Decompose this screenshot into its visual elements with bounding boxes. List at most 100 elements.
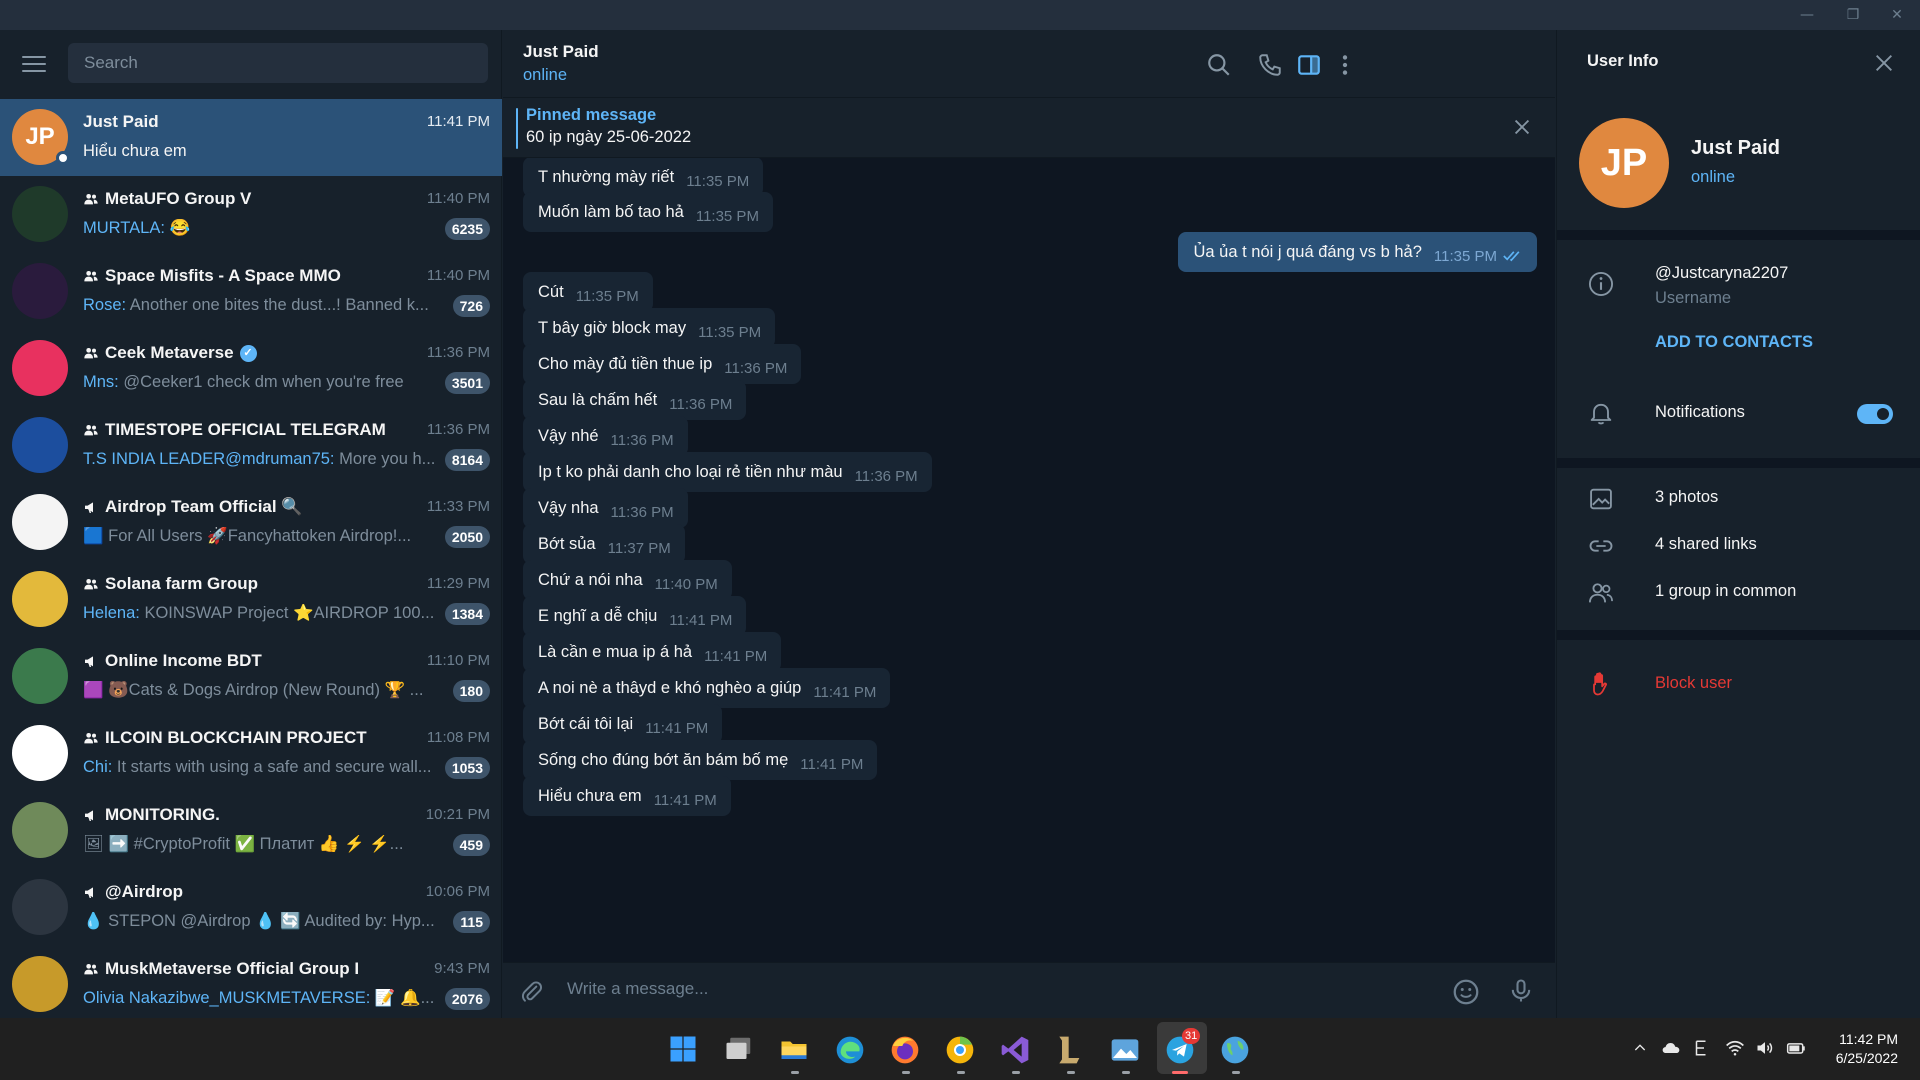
preview-sender: Helena: <box>83 604 140 622</box>
incoming-message[interactable]: Vậy nha 11:36 PM <box>523 488 688 528</box>
shared-photos[interactable]: 3 photos <box>1655 488 1718 507</box>
pinned-message-bar[interactable]: Pinned message 60 ip ngày 25-06-2022 <box>503 98 1555 158</box>
search-input[interactable]: Search <box>68 43 488 83</box>
chat-list-item[interactable]: MuskMetaverse Official Group I 9:43 PM Oli… <box>0 946 502 1023</box>
battery-icon[interactable] <box>1784 1038 1808 1058</box>
incoming-message[interactable]: E nghĩ a dễ chịu 11:41 PM <box>523 596 747 636</box>
earth-app-icon[interactable] <box>1219 1034 1251 1066</box>
chat-list-item[interactable]: Ceek Metaverse ✓ 11:36 PM Mns: @Ceeker1 che… <box>0 330 502 407</box>
task-view-icon[interactable] <box>724 1034 754 1064</box>
chat-name: TIMESTOPE OFFICIAL TELEGRAM <box>83 420 386 440</box>
chat-preview: Chi: It starts with using a safe and sec… <box>83 758 438 777</box>
taskbar-clock[interactable]: 11:42 PM 6/25/2022 <box>1836 1030 1898 1068</box>
incoming-message[interactable]: Hiểu chưa em 11:41 PM <box>523 776 731 816</box>
profile-avatar[interactable]: JP <box>1579 118 1669 208</box>
search-icon[interactable] <box>1206 52 1232 78</box>
sidebar-toggle-icon[interactable] <box>1296 52 1322 78</box>
incoming-message[interactable]: T bây giờ block may 11:35 PM <box>523 308 776 348</box>
chat-list-item[interactable]: TIMESTOPE OFFICIAL TELEGRAM 11:36 PM T.S I… <box>0 407 502 484</box>
chat-avatar <box>12 802 68 858</box>
incoming-message[interactable]: Là cần e mua ip á hả 11:41 PM <box>523 632 782 672</box>
channel-icon <box>85 810 93 821</box>
incoming-message[interactable]: A noi nè a thâyd e khó nghèo a giúp 11:41… <box>523 668 891 708</box>
chat-name: MetaUFO Group V <box>83 189 251 209</box>
close-pinned-icon[interactable] <box>1511 116 1533 138</box>
windows-start-icon[interactable] <box>668 1034 698 1064</box>
incoming-message[interactable]: Sau là chấm hết 11:36 PM <box>523 380 747 420</box>
section-divider <box>1557 230 1920 240</box>
shared-links[interactable]: 4 shared links <box>1655 535 1757 554</box>
outgoing-message[interactable]: Ủa ủa t nói j quá đáng vs b hả? 11:35 PM <box>1178 232 1537 272</box>
message-text: Sau là chấm hết <box>538 390 658 409</box>
firefox-icon[interactable] <box>889 1034 921 1066</box>
chat-avatar <box>12 494 68 550</box>
username-value[interactable]: @Justcaryna2207 <box>1655 264 1788 283</box>
message-text: Vậy nhé <box>538 426 599 445</box>
league-of-legends-icon[interactable] <box>1054 1034 1086 1066</box>
incoming-message[interactable]: Ip t ko phải danh cho loại rẻ tiền như m… <box>523 452 932 492</box>
incoming-message[interactable]: Chứ a nói nha 11:40 PM <box>523 560 732 600</box>
message-time: 11:37 PM <box>607 539 671 557</box>
chat-list-item[interactable]: MetaUFO Group V 11:40 PM MURTALA: 😂 6235 <box>0 176 502 253</box>
close-icon[interactable] <box>1873 52 1895 74</box>
incoming-message[interactable]: Vậy nhé 11:36 PM <box>523 416 688 456</box>
chat-title: Just Paid <box>523 42 599 61</box>
microphone-icon[interactable] <box>1507 977 1535 1005</box>
message-input[interactable]: Write a message... <box>567 979 708 999</box>
volume-icon[interactable] <box>1754 1038 1776 1058</box>
notifications-toggle[interactable] <box>1857 404 1893 424</box>
chat-list-item[interactable]: Online Income BDT 11:10 PM 🟪 🐻Cats & Dogs … <box>0 638 502 715</box>
message-time: 11:35 PM <box>575 287 639 305</box>
unread-badge: 3501 <box>444 372 490 394</box>
more-options-icon[interactable] <box>1332 52 1358 78</box>
chat-preview: MURTALA: 😂 <box>83 219 438 238</box>
wifi-icon[interactable] <box>1724 1038 1746 1058</box>
chat-list-item[interactable]: Airdrop Team Official 🔍 11:33 PM 🟦 For All… <box>0 484 502 561</box>
chat-preview: 🟦 For All Users 🚀Fancyhattoken Airdrop!.… <box>83 527 438 546</box>
chat-time: 11:29 PM <box>426 575 490 592</box>
file-explorer-icon[interactable] <box>778 1034 810 1064</box>
attach-icon[interactable] <box>519 979 545 1005</box>
onedrive-cloud-icon[interactable] <box>1660 1038 1682 1058</box>
chat-preview: 🟪 🐻Cats & Dogs Airdrop (New Round) 🏆 ... <box>83 681 438 700</box>
unread-badge: 115 <box>453 911 490 933</box>
incoming-message[interactable]: Sống cho đúng bớt ăn bám bố mẹ 11:41 PM <box>523 740 878 780</box>
photos-icon[interactable] <box>1109 1034 1141 1066</box>
incoming-message[interactable]: Cho mày đủ tiền thue ip 11:36 PM <box>523 344 802 384</box>
message-time: 11:35 PM <box>686 172 750 190</box>
chat-list-item[interactable]: MONITORING. 10:21 PM 🖼 ➡️ #CryptoProfit ✅ … <box>0 792 502 869</box>
chat-list-item[interactable]: ILCOIN BLOCKCHAIN PROJECT 11:08 PM Chi: It… <box>0 715 502 792</box>
message-text: Hiểu chưa em <box>538 786 642 805</box>
add-to-contacts-button[interactable]: ADD TO CONTACTS <box>1655 333 1813 352</box>
chat-list-item[interactable]: JP Just Paid 11:41 PM Hiểu chưa em <box>0 99 502 176</box>
input-method-icon[interactable] <box>1692 1038 1710 1058</box>
close-window-button[interactable]: ✕ <box>1874 0 1920 30</box>
emoji-icon[interactable] <box>1451 977 1481 1007</box>
edge-icon[interactable] <box>834 1034 866 1066</box>
chat-list-item[interactable]: @Airdrop 10:06 PM 💧 STEPON @Airdrop 💧 🔄 Au… <box>0 869 502 946</box>
chrome-canary-icon[interactable] <box>944 1034 976 1066</box>
preview-sender: T.S INDIA LEADER@mdruman75: <box>83 450 335 468</box>
chat-list-item[interactable]: Solana farm Group 11:29 PM Helena: KOINSWA… <box>0 561 502 638</box>
restore-button[interactable]: ❐ <box>1830 0 1876 30</box>
group-icon <box>1588 583 1613 603</box>
incoming-message[interactable]: Bớt cái tôi lại 11:41 PM <box>523 704 723 744</box>
running-indicator <box>1012 1071 1020 1074</box>
menu-icon[interactable] <box>22 56 46 74</box>
minimize-button[interactable]: — <box>1784 0 1830 30</box>
chevron-up-icon[interactable] <box>1632 1040 1648 1056</box>
clock-date: 6/25/2022 <box>1835 1050 1898 1066</box>
groups-in-common[interactable]: 1 group in common <box>1655 582 1796 601</box>
chat-name: MONITORING. <box>83 805 220 825</box>
visual-studio-icon[interactable] <box>999 1034 1031 1066</box>
incoming-message[interactable]: Bớt sủa 11:37 PM <box>523 524 685 564</box>
incoming-message[interactable]: Cút 11:35 PM <box>523 272 653 312</box>
incoming-message[interactable]: Muốn làm bố tao hả 11:35 PM <box>523 192 773 232</box>
chat-list-item[interactable]: Space Misfits - A Space MMO 11:40 PM Rose:… <box>0 253 502 330</box>
chat-header[interactable]: Just Paid online <box>503 30 1555 98</box>
group-chat-icon <box>84 425 98 436</box>
phone-icon[interactable] <box>1257 52 1283 78</box>
message-time: 11:36 PM <box>610 431 674 449</box>
message-text: Ip t ko phải danh cho loại rẻ tiền như m… <box>538 462 843 481</box>
block-user-button[interactable]: Block user <box>1655 674 1732 693</box>
